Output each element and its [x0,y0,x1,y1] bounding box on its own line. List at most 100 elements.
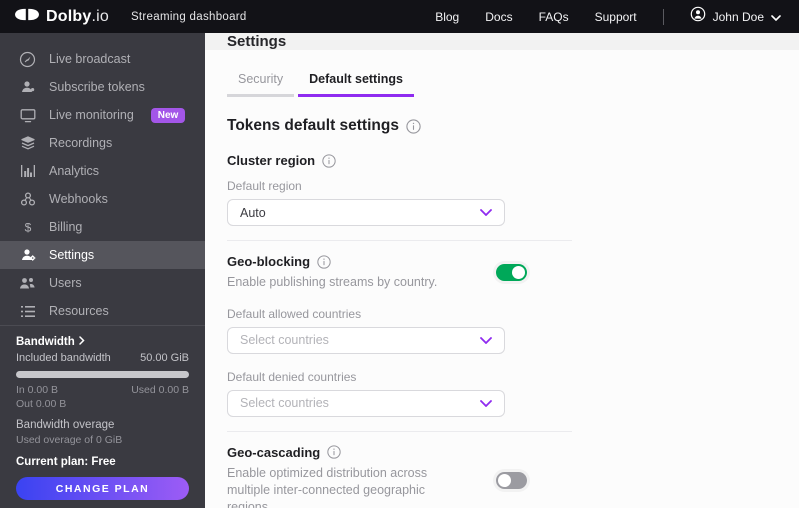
included-bandwidth-value: 50.00 GiB [140,352,189,364]
dolby-mark-icon [14,7,40,27]
user-token-icon [19,79,36,96]
sidebar-item-webhooks[interactable]: Webhooks [0,185,205,213]
settings-content: Security Default settings Tokens default… [205,50,799,508]
info-icon[interactable] [317,254,331,269]
geo-blocking-heading: Geo-blocking [227,254,465,269]
bandwidth-used-value: Used 0.00 B [131,384,189,396]
change-plan-button[interactable]: CHANGE PLAN [16,477,189,500]
dollar-icon: $ [19,219,36,236]
tab-default-settings[interactable]: Default settings [298,72,414,97]
geo-blocking-section: Geo-blocking Enable publishing streams b… [227,254,527,291]
dolby-logo[interactable]: Dolby.io [14,7,109,27]
chevron-down-icon [771,8,781,26]
default-denied-countries-label: Default denied countries [227,369,357,384]
sidebar-item-recordings[interactable]: Recordings [0,129,205,157]
chevron-down-icon [480,209,492,216]
bandwidth-out-value: Out 0.00 B [16,398,67,410]
info-icon[interactable] [327,445,341,460]
cluster-region-heading: Cluster region [227,153,799,168]
svg-text:$: $ [24,221,31,235]
broadcast-icon [19,51,36,68]
users-icon [19,275,36,292]
sidebar-item-label: Settings [49,248,95,262]
bandwidth-progress-bar [16,371,189,378]
new-badge: New [150,107,186,123]
default-region-label: Default region [227,179,302,193]
page-titlebar: Settings [205,33,799,50]
sidebar-item-label: Users [49,276,82,290]
layers-icon [19,135,36,152]
toggle-knob [498,473,511,487]
sidebar-nav: Live broadcast Subscribe tokens Live mon… [0,33,205,325]
page-title: Settings [227,33,287,50]
bandwidth-panel: Bandwidth Included bandwidth 50.00 GiB I… [0,325,205,508]
toggle-knob [512,265,525,279]
sidebar-item-label: Billing [49,220,83,234]
allowed-countries-placeholder: Select countries [240,333,329,348]
sidebar-item-subscribe-tokens[interactable]: Subscribe tokens [0,73,205,101]
bandwidth-overage-detail: Used overage of 0 GiB [16,434,123,446]
geo-blocking-description: Enable publishing streams by country. [227,275,438,289]
sidebar-item-label: Resources [49,304,109,318]
user-name: John Doe [712,9,764,24]
section-divider [227,430,572,432]
sidebar: Live broadcast Subscribe tokens Live mon… [0,33,205,508]
list-icon [19,303,36,320]
chevron-down-icon [480,399,492,407]
top-header: Dolby.io Streaming dashboard Blog Docs F… [0,0,799,33]
geo-blocking-toggle[interactable] [496,263,527,281]
default-region-select[interactable]: Auto [227,199,505,226]
geo-cascading-section: Geo-cascading Enable optimized distribut… [227,445,527,508]
bandwidth-in-value: In 0.00 B [16,384,59,396]
sidebar-item-label: Analytics [49,164,100,178]
default-region-value: Auto [240,205,266,220]
geo-cascading-description: Enable optimized distribution across mul… [227,465,428,508]
nav-link-docs[interactable]: Docs [485,10,512,24]
sidebar-item-live-broadcast[interactable]: Live broadcast [0,45,205,73]
tabs: Security Default settings [227,72,799,97]
monitor-icon [19,107,36,124]
product-name: Streaming dashboard [130,10,247,23]
avatar-icon [690,6,706,27]
user-gear-icon [19,247,36,264]
info-icon[interactable] [322,153,336,168]
denied-countries-placeholder: Select countries [240,396,329,411]
user-menu[interactable]: John Doe [690,6,781,27]
chevron-right-icon [79,336,85,348]
sidebar-item-label: Webhooks [49,192,108,206]
sidebar-item-billing[interactable]: $ Billing [0,213,205,241]
sidebar-item-users[interactable]: Users [0,269,205,297]
nav-link-support[interactable]: Support [595,10,637,24]
default-allowed-countries-select[interactable]: Select countries [227,326,505,354]
info-icon[interactable] [406,118,421,134]
nav-link-blog[interactable]: Blog [435,10,459,24]
sidebar-item-label: Live monitoring [49,108,134,122]
bandwidth-overage-title: Bandwidth overage [16,419,115,431]
sidebar-item-label: Recordings [49,136,113,150]
tokens-default-settings-heading: Tokens default settings [227,117,799,135]
nav-link-faqs[interactable]: FAQs [539,10,569,24]
sidebar-item-live-monitoring[interactable]: Live monitoring New [0,101,205,129]
tab-security[interactable]: Security [227,72,295,97]
section-divider [227,240,572,241]
included-bandwidth-label: Included bandwidth [16,352,111,364]
bandwidth-title: Bandwidth [16,336,75,348]
geo-cascading-heading: Geo-cascading [227,445,465,460]
geo-cascading-toggle[interactable] [496,471,527,489]
default-denied-countries-select[interactable]: Select countries [227,389,505,417]
bandwidth-link[interactable]: Bandwidth [16,336,189,348]
current-plan-label: Current plan: Free [16,456,116,468]
bar-chart-icon [19,163,36,180]
webhook-icon [19,191,36,208]
brand-name: Dolby.io [46,7,109,25]
chevron-down-icon [480,336,492,344]
main-area: Settings Security Default settings Token… [205,33,799,508]
header-divider [662,8,664,25]
default-allowed-countries-label: Default allowed countries [227,306,362,321]
top-nav: Blog Docs FAQs Support John Doe [435,6,781,27]
sidebar-item-settings[interactable]: Settings [0,241,205,269]
sidebar-item-label: Live broadcast [49,52,131,66]
sidebar-item-analytics[interactable]: Analytics [0,157,205,185]
sidebar-item-label: Subscribe tokens [49,80,145,94]
sidebar-item-resources[interactable]: Resources [0,297,205,325]
